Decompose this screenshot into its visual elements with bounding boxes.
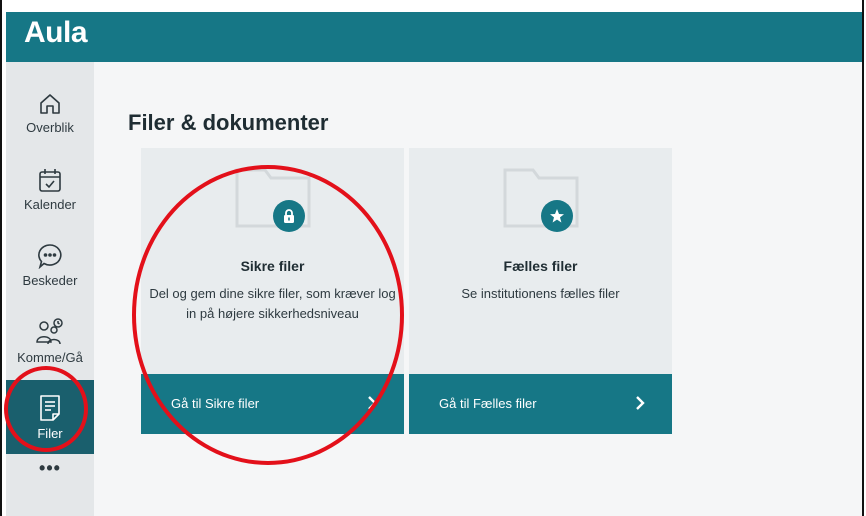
sidebar-item-kalender[interactable]: Kalender xyxy=(6,152,94,226)
go-to-faelles-filer-button[interactable]: Gå til Fælles filer xyxy=(409,374,672,434)
button-label: Gå til Sikre filer xyxy=(171,396,260,411)
card-title: Sikre filer xyxy=(240,258,305,274)
sidebar-item-label: Overblik xyxy=(26,119,74,135)
sidebar-item-beskeder[interactable]: Beskeder xyxy=(6,228,94,302)
aula-logo[interactable]: Aula xyxy=(24,16,88,50)
chevron-right-icon xyxy=(636,396,645,410)
card-title: Fælles filer xyxy=(503,258,578,274)
chat-icon xyxy=(38,243,62,269)
aula-app: Aula Overblik Kalender Beskeder Komme/Gå… xyxy=(6,12,862,516)
people-clock-icon xyxy=(36,317,63,344)
chevron-right-icon xyxy=(368,396,377,410)
sidebar-item-filer[interactable]: Filer xyxy=(6,380,94,454)
button-label: Gå til Fælles filer xyxy=(439,396,537,411)
sidebar: Overblik Kalender Beskeder Komme/Gå File… xyxy=(6,62,94,516)
card-faelles-filer: Fælles filer Se institutionens fælles fi… xyxy=(409,148,672,434)
sidebar-item-label: Kalender xyxy=(23,196,77,212)
card-description: Se institutionens fælles filer xyxy=(461,286,620,301)
card-description: Del og gem dine sikre filer, som kræver … xyxy=(149,286,396,321)
sidebar-item-label: Komme/Gå xyxy=(17,349,83,365)
go-to-sikre-filer-button[interactable]: Gå til Sikre filer xyxy=(141,374,404,434)
sidebar-item-overblik[interactable]: Overblik xyxy=(6,76,94,150)
lock-icon xyxy=(273,200,305,232)
star-icon xyxy=(541,200,573,232)
sidebar-item-label: Beskeder xyxy=(22,272,78,288)
sidebar-item-label: Filer xyxy=(37,425,63,441)
top-bar: Aula xyxy=(6,12,862,62)
page-title: Filer & dokumenter xyxy=(128,110,329,135)
right-border xyxy=(862,0,864,516)
more-menu-button[interactable]: ••• xyxy=(6,458,94,479)
sidebar-item-komme-ga[interactable]: Komme/Gå xyxy=(6,304,94,378)
card-sikre-filer: Sikre filer Del og gem dine sikre filer,… xyxy=(141,148,404,434)
left-border xyxy=(0,0,2,516)
calendar-icon xyxy=(39,168,61,192)
home-icon xyxy=(40,93,60,114)
document-icon xyxy=(40,394,60,421)
